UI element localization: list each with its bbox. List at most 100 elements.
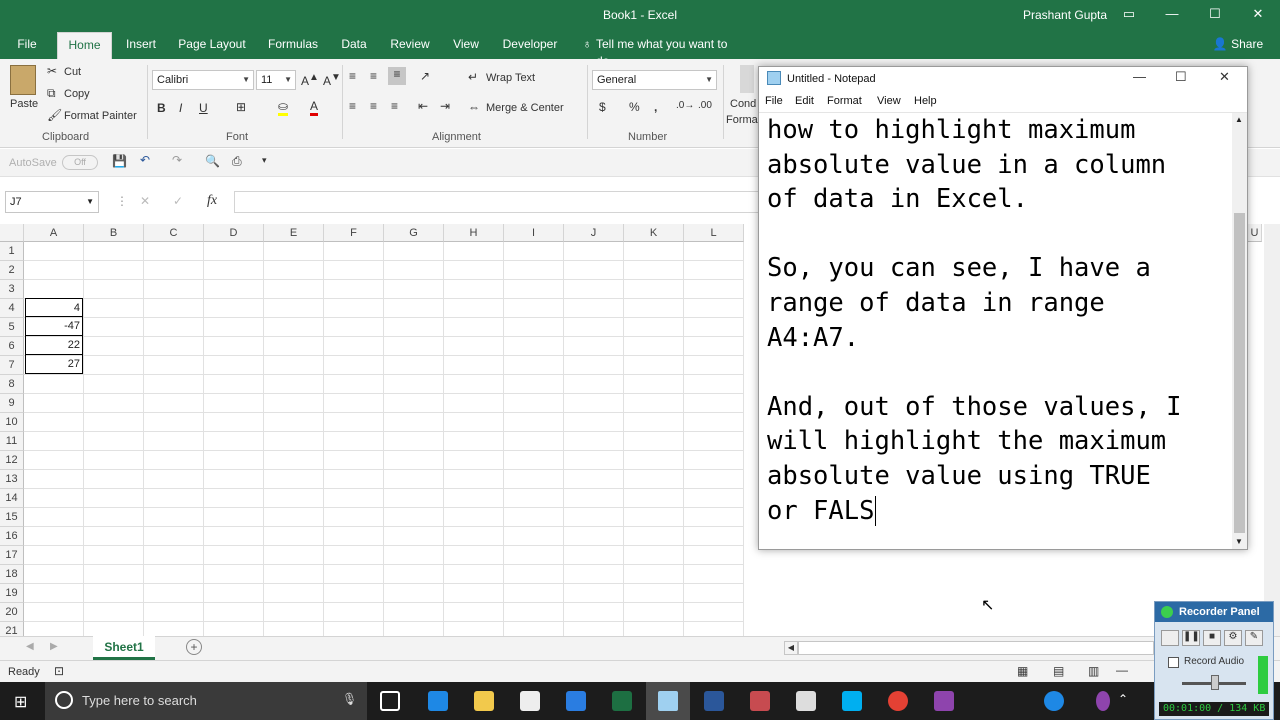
row-header-11[interactable]: 11: [0, 432, 24, 451]
draw-icon[interactable]: ✎: [1245, 630, 1263, 646]
comma-button[interactable]: ,: [654, 100, 657, 114]
paste-icon[interactable]: [10, 65, 36, 95]
align-bottom-icon[interactable]: ≡: [388, 67, 406, 85]
edge-icon[interactable]: [428, 691, 448, 711]
macro-record-icon[interactable]: ⊡: [54, 664, 64, 678]
underline-button[interactable]: U: [199, 101, 208, 115]
excel-icon[interactable]: [612, 691, 632, 711]
column-header-a[interactable]: A: [24, 224, 84, 242]
column-header-i[interactable]: I: [504, 224, 564, 242]
row-header-18[interactable]: 18: [0, 565, 24, 584]
name-box[interactable]: J7 ▼: [5, 191, 99, 213]
notepad-close-icon[interactable]: ✕: [1219, 69, 1230, 85]
select-all-corner[interactable]: [0, 224, 24, 242]
share-button[interactable]: 👤 Share: [1206, 36, 1270, 59]
tab-review[interactable]: Review: [385, 36, 435, 59]
decrease-indent-icon[interactable]: ⇤: [418, 99, 428, 113]
column-header-f[interactable]: F: [324, 224, 384, 242]
align-middle-icon[interactable]: ≡: [370, 69, 377, 83]
page-layout-view-icon[interactable]: ▤: [1053, 664, 1064, 678]
prev-sheet-icon[interactable]: ◀: [26, 641, 34, 652]
menu-view[interactable]: View: [877, 95, 901, 107]
row-header-2[interactable]: 2: [0, 261, 24, 280]
merge-center-icon[interactable]: ⇔: [468, 100, 480, 114]
row-header-1[interactable]: 1: [0, 242, 24, 261]
tab-view[interactable]: View: [447, 36, 485, 59]
column-header-g[interactable]: G: [384, 224, 444, 242]
help-icon[interactable]: [1044, 691, 1064, 711]
notepad-text-area[interactable]: how to highlight maximum absolute value …: [767, 113, 1231, 549]
row-header-12[interactable]: 12: [0, 451, 24, 470]
row-header-14[interactable]: 14: [0, 489, 24, 508]
word-icon[interactable]: [704, 691, 724, 711]
row-header-16[interactable]: 16: [0, 527, 24, 546]
column-header-b[interactable]: B: [84, 224, 144, 242]
tab-data[interactable]: Data: [336, 36, 372, 59]
copy-button[interactable]: Copy: [64, 88, 90, 100]
wrap-text-icon[interactable]: ↵: [468, 70, 478, 84]
paste-label[interactable]: Paste: [10, 98, 38, 110]
notepad-taskbar-button[interactable]: [646, 682, 690, 720]
row-header-17[interactable]: 17: [0, 546, 24, 565]
stop-icon[interactable]: ■: [1203, 630, 1221, 646]
windows-start-icon[interactable]: ⊞: [14, 692, 27, 712]
column-header-c[interactable]: C: [144, 224, 204, 242]
decrease-font-icon[interactable]: A▼: [323, 72, 341, 88]
italic-button[interactable]: I: [179, 101, 182, 115]
number-format-select[interactable]: General ▼: [592, 70, 717, 90]
orientation-icon[interactable]: ↗: [420, 69, 430, 83]
decrease-decimal-icon[interactable]: .00: [698, 100, 712, 111]
copy-icon[interactable]: ⧉: [47, 86, 56, 101]
menu-help[interactable]: Help: [914, 95, 937, 107]
currency-button[interactable]: $: [599, 100, 606, 114]
conditional-format-label-2[interactable]: Forma: [726, 114, 758, 126]
tab-developer[interactable]: Developer: [497, 36, 563, 59]
column-header-j[interactable]: J: [564, 224, 624, 242]
undo-icon[interactable]: ↶: [140, 153, 150, 167]
notepad-minimize-icon[interactable]: —: [1133, 69, 1146, 84]
fill-color-icon[interactable]: ⛀: [278, 99, 289, 116]
record-audio-checkbox[interactable]: [1168, 657, 1179, 668]
scroll-thumb[interactable]: [1234, 213, 1245, 533]
row-header-8[interactable]: 8: [0, 375, 24, 394]
sheet-tab-sheet1[interactable]: Sheet1: [93, 636, 155, 660]
recorder-app-icon[interactable]: [934, 691, 954, 711]
row-header-15[interactable]: 15: [0, 508, 24, 527]
scroll-down-icon[interactable]: ▼: [1235, 537, 1243, 546]
tab-formulas[interactable]: Formulas: [262, 36, 324, 59]
autosave-toggle[interactable]: Off: [62, 155, 98, 170]
conditional-format-label-1[interactable]: Cond: [730, 98, 756, 110]
borders-icon[interactable]: ⊞: [236, 100, 246, 114]
record-button[interactable]: [1161, 630, 1179, 646]
tab-page-layout[interactable]: Page Layout: [174, 36, 250, 59]
tab-home[interactable]: Home: [57, 32, 112, 59]
wrap-text-button[interactable]: Wrap Text: [486, 72, 535, 84]
normal-view-icon[interactable]: ▦: [1017, 664, 1028, 678]
minimize-icon[interactable]: —: [1157, 4, 1187, 24]
save-icon[interactable]: 💾: [112, 154, 127, 168]
vertical-scrollbar[interactable]: [1264, 224, 1280, 636]
customize-qat-icon[interactable]: ▾: [262, 155, 267, 166]
row-header-7[interactable]: 7: [0, 356, 24, 375]
scroll-left-icon[interactable]: ◀: [784, 641, 798, 655]
notepad-maximize-icon[interactable]: ☐: [1175, 69, 1187, 85]
column-header-u[interactable]: U: [1248, 224, 1262, 242]
notepad-vertical-scrollbar[interactable]: ▲ ▼: [1232, 113, 1247, 549]
insert-function-button[interactable]: fx: [207, 193, 217, 209]
cut-icon[interactable]: ✂: [47, 64, 57, 78]
row-header-3[interactable]: 3: [0, 280, 24, 299]
tray-app-icon[interactable]: [1096, 691, 1110, 711]
cell-a5[interactable]: -47: [25, 317, 83, 336]
skype-icon[interactable]: [842, 691, 862, 711]
scroll-up-icon[interactable]: ▲: [1235, 115, 1243, 124]
row-header-10[interactable]: 10: [0, 413, 24, 432]
row-header-13[interactable]: 13: [0, 470, 24, 489]
snipping-icon[interactable]: [750, 691, 770, 711]
add-sheet-icon[interactable]: +: [186, 639, 202, 655]
menu-format[interactable]: Format: [827, 95, 862, 107]
tab-insert[interactable]: Insert: [120, 36, 162, 59]
row-header-6[interactable]: 6: [0, 337, 24, 356]
dropbox-icon[interactable]: [566, 691, 586, 711]
close-icon[interactable]: ✕: [1243, 4, 1273, 24]
network-icon[interactable]: ⌃: [1118, 692, 1128, 706]
